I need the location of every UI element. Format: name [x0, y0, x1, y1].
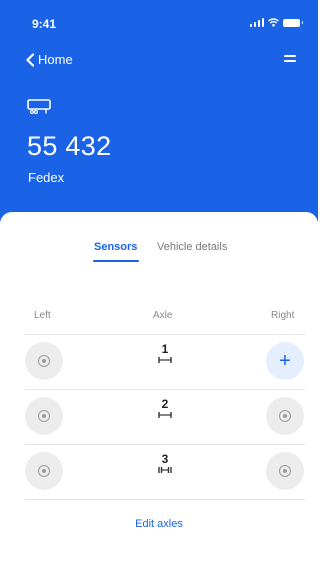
menu-button[interactable] [284, 55, 296, 65]
left-sensor-button[interactable] [25, 452, 63, 490]
axle-number: 2 [161, 397, 169, 411]
axle-row: 2 [0, 391, 318, 441]
axle-icon [158, 357, 172, 363]
truck-icon [27, 99, 51, 115]
app-screen: 9:41 Home 55 432 Fedex Sensors Vehicle d… [0, 0, 318, 572]
column-right: Right [271, 310, 295, 321]
axle-number: 1 [161, 342, 169, 356]
axle-row: 3 [0, 446, 318, 496]
back-label: Home [38, 52, 73, 67]
sensor-icon [38, 410, 50, 422]
add-sensor-button[interactable]: + [266, 342, 304, 380]
axle-label: 1 [151, 342, 179, 363]
signal-icon [249, 18, 264, 27]
tab-sensors[interactable]: Sensors [94, 241, 137, 253]
tab-vehicle-details[interactable]: Vehicle details [157, 241, 227, 253]
divider [25, 444, 305, 445]
sensor-icon [38, 465, 50, 477]
menu-icon [284, 55, 296, 57]
axle-number: 3 [161, 452, 169, 466]
column-left: Left [34, 310, 51, 321]
right-sensor-button[interactable] [266, 397, 304, 435]
sensor-icon [38, 355, 50, 367]
column-axle: Axle [153, 310, 173, 321]
dual-axle-icon [158, 467, 172, 473]
tab-indicator [93, 260, 139, 262]
chevron-left-icon [26, 52, 35, 67]
edit-axles-button[interactable]: Edit axles [0, 518, 318, 530]
vehicle-header: 9:41 Home 55 432 Fedex [0, 0, 318, 222]
battery-icon [283, 18, 303, 27]
status-time: 9:41 [32, 17, 57, 31]
axle-icon [158, 412, 172, 418]
back-button[interactable]: Home [25, 52, 73, 67]
left-sensor-button[interactable] [25, 397, 63, 435]
vehicle-number: 55 432 [27, 131, 112, 161]
divider [25, 334, 305, 335]
plus-icon: + [279, 350, 291, 372]
axle-label: 3 [151, 452, 179, 473]
content-sheet: Sensors Vehicle details Left Axle Right … [0, 212, 318, 572]
tab-bar: Sensors Vehicle details [0, 237, 318, 267]
sensor-icon [279, 410, 291, 422]
sensor-icon [279, 465, 291, 477]
company-name: Fedex [28, 170, 65, 185]
left-sensor-button[interactable] [25, 342, 63, 380]
axle-label: 2 [151, 397, 179, 418]
right-sensor-button[interactable] [266, 452, 304, 490]
wifi-icon [268, 18, 279, 27]
divider [25, 389, 305, 390]
status-icons [249, 18, 303, 27]
divider [25, 499, 305, 500]
axle-row: 1 + [0, 336, 318, 386]
